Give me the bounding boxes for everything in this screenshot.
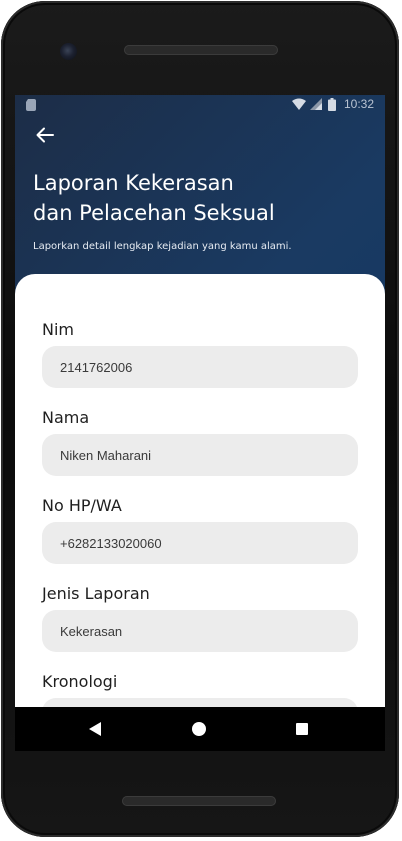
report-type-input[interactable]: [42, 610, 358, 652]
device-frame: 10:32 Laporan Kekerasan dan Pelacehan Se…: [0, 0, 402, 841]
arrow-left-icon: [36, 127, 54, 143]
page-title: Laporan Kekerasan dan Pelacehan Seksual: [33, 168, 363, 228]
chronology-input[interactable]: [42, 698, 358, 707]
chronology-label: Kronologi: [42, 672, 118, 691]
nav-home-icon[interactable]: [192, 722, 206, 736]
page-title-line-1: Laporan Kekerasan: [33, 171, 234, 195]
nim-input[interactable]: [42, 346, 358, 388]
app-screen: 10:32 Laporan Kekerasan dan Pelacehan Se…: [15, 95, 385, 707]
nav-recents-icon[interactable]: [296, 723, 308, 735]
nav-back-icon[interactable]: [89, 722, 101, 736]
signal-icon: [310, 98, 322, 110]
back-button[interactable]: [33, 123, 57, 147]
page-subtitle: Laporkan detail lengkap kejadian yang ka…: [33, 241, 292, 252]
nama-label: Nama: [42, 408, 90, 427]
bottom-speaker: [122, 796, 276, 806]
nim-label: Nim: [42, 320, 74, 339]
sim-card-icon: [26, 99, 36, 111]
report-type-label: Jenis Laporan: [42, 584, 150, 603]
phone-label: No HP/WA: [42, 496, 122, 515]
phone-field-group: No HP/WA: [42, 495, 358, 564]
status-time: 10:32: [344, 97, 375, 111]
report-form-card: Nim Nama No HP/WA Jenis Laporan Kronolog…: [15, 274, 385, 707]
nama-input[interactable]: [42, 434, 358, 476]
wifi-icon: [292, 98, 306, 110]
nim-field-group: Nim: [42, 319, 358, 388]
page-title-line-2: dan Pelacehan Seksual: [33, 201, 275, 225]
earpiece-speaker: [124, 45, 278, 55]
front-camera: [60, 43, 77, 60]
status-bar: 10:32: [15, 95, 385, 115]
phone-input[interactable]: [42, 522, 358, 564]
battery-icon: [328, 98, 336, 111]
chronology-field-group: Kronologi: [42, 671, 358, 707]
report-type-field-group: Jenis Laporan: [42, 583, 358, 652]
nama-field-group: Nama: [42, 407, 358, 476]
system-nav-bar: [15, 707, 385, 751]
